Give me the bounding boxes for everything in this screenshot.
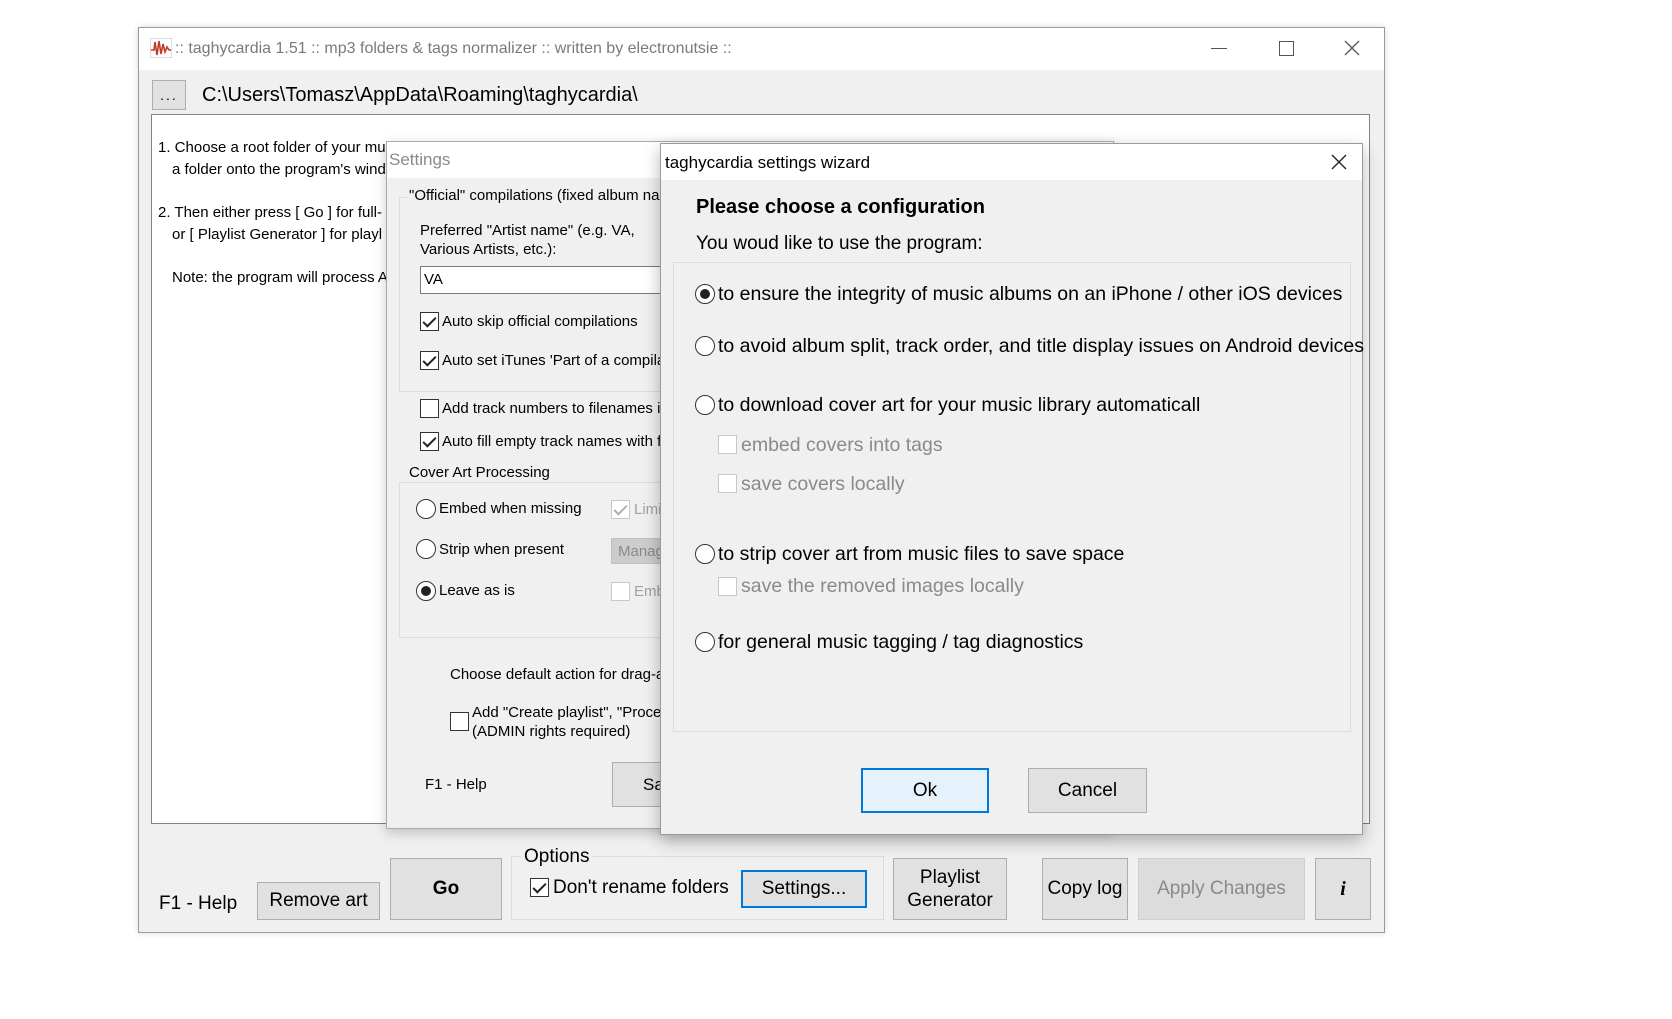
instruction-line: 2. Then either press [ Go ] for full-	[158, 204, 382, 221]
leave-as-is-label[interactable]: Leave as is	[439, 582, 515, 599]
add-track-label[interactable]: Add track numbers to filenames if	[442, 400, 665, 417]
artist-name-label-2: Various Artists, etc.):	[420, 241, 557, 258]
wizard-subheading: You woud like to use the program:	[696, 233, 983, 254]
instruction-line: Note: the program will process A	[172, 269, 388, 286]
auto-set-label[interactable]: Auto set iTunes 'Part of a compila	[442, 352, 665, 369]
settings-button[interactable]: Settings...	[741, 870, 867, 908]
save-removed-checkbox[interactable]	[718, 577, 737, 596]
maximize-button[interactable]	[1279, 41, 1294, 56]
limit-label: Limi	[634, 501, 662, 518]
option-strip-label[interactable]: to strip cover art from music files to s…	[718, 543, 1124, 566]
manage-label: Manag	[618, 543, 664, 560]
add-create-checkbox[interactable]	[450, 712, 469, 731]
auto-fill-checkbox[interactable]	[420, 432, 439, 451]
option-android-label[interactable]: to avoid album split, track order, and t…	[718, 335, 1364, 358]
save-covers-checkbox[interactable]	[718, 474, 737, 493]
option-android-radio[interactable]	[695, 336, 715, 356]
dont-rename-label[interactable]: Don't rename folders	[553, 877, 729, 899]
save-removed-label: save the removed images locally	[741, 575, 1024, 597]
add-create-label-2: (ADMIN rights required)	[472, 723, 631, 740]
dont-rename-checkbox[interactable]	[530, 878, 549, 897]
main-title-bar: :: taghycardia 1.51 :: mp3 folders & tag…	[139, 28, 1384, 70]
option-general-label[interactable]: for general music tagging / tag diagnost…	[718, 631, 1083, 654]
copy-log-button[interactable]: Copy log	[1042, 858, 1128, 920]
options-title: Options	[521, 846, 593, 868]
ok-button[interactable]: Ok	[861, 768, 989, 813]
playlist-label-1: Playlist	[919, 867, 981, 888]
wizard-title-bar: taghycardia settings wizard	[661, 144, 1362, 180]
wizard-options-panel	[673, 262, 1351, 732]
add-create-label-1[interactable]: Add "Create playlist", "Proces	[472, 704, 669, 721]
auto-skip-checkbox[interactable]	[420, 312, 439, 331]
app-logo-icon	[150, 38, 172, 58]
drag-action-label: Choose default action for drag-a	[450, 666, 665, 683]
settings-help-hint: F1 - Help	[425, 776, 487, 793]
auto-set-checkbox[interactable]	[420, 351, 439, 370]
embed-covers-checkbox[interactable]	[718, 435, 737, 454]
cover-art-title: Cover Art Processing	[407, 464, 552, 481]
artist-name-label-1: Preferred "Artist name" (e.g. VA,	[420, 222, 635, 239]
emb-checkbox[interactable]	[611, 582, 630, 601]
leave-as-is-radio[interactable]	[416, 581, 436, 601]
option-general-radio[interactable]	[695, 632, 715, 652]
remove-art-button[interactable]: Remove art	[257, 882, 380, 920]
wizard-close-icon[interactable]	[1331, 154, 1347, 170]
strip-present-radio[interactable]	[416, 539, 436, 559]
instruction-line: or [ Playlist Generator ] for playl	[172, 226, 383, 243]
cancel-button[interactable]: Cancel	[1028, 768, 1147, 813]
strip-present-label[interactable]: Strip when present	[439, 541, 564, 558]
go-button[interactable]: Go	[390, 858, 502, 920]
artist-name-value: VA	[424, 271, 443, 288]
instruction-line: 1. Choose a root folder of your mu	[158, 139, 386, 156]
auto-fill-label[interactable]: Auto fill empty track names with fi	[442, 433, 665, 450]
embed-covers-label: embed covers into tags	[741, 434, 943, 456]
official-compilations-title: "Official" compilations (fixed album nam	[407, 187, 674, 204]
embed-missing-radio[interactable]	[416, 499, 436, 519]
help-hint: F1 - Help	[159, 893, 238, 914]
wizard-dialog: taghycardia settings wizard Please choos…	[660, 143, 1364, 835]
limit-checkbox[interactable]	[611, 500, 630, 519]
wizard-title: taghycardia settings wizard	[665, 153, 871, 172]
settings-title: Settings	[389, 150, 451, 169]
instruction-line: a folder onto the program's wind	[172, 161, 386, 178]
apply-changes-button[interactable]: Apply Changes	[1138, 858, 1305, 920]
option-cover-radio[interactable]	[695, 395, 715, 415]
option-cover-label[interactable]: to download cover art for your music lib…	[718, 394, 1200, 417]
add-track-checkbox[interactable]	[420, 399, 439, 418]
path-display: C:\Users\Tomasz\AppData\Roaming\taghycar…	[202, 84, 638, 106]
embed-missing-label[interactable]: Embed when missing	[439, 500, 582, 517]
main-window-title: :: taghycardia 1.51 :: mp3 folders & tag…	[175, 40, 732, 57]
browse-button[interactable]: ...	[152, 80, 186, 110]
playlist-generator-button[interactable]: Playlist Generator	[893, 858, 1007, 920]
save-covers-label: save covers locally	[741, 473, 905, 495]
wizard-heading: Please choose a configuration	[696, 196, 985, 218]
option-ios-label[interactable]: to ensure the integrity of music albums …	[718, 283, 1342, 306]
info-button[interactable]: i	[1315, 858, 1371, 920]
close-icon[interactable]	[1344, 40, 1360, 56]
playlist-label-2: Generator	[907, 890, 993, 911]
minimize-button[interactable]	[1211, 48, 1227, 49]
option-strip-radio[interactable]	[695, 544, 715, 564]
option-ios-radio[interactable]	[695, 284, 715, 304]
auto-skip-label[interactable]: Auto skip official compilations	[442, 313, 638, 330]
